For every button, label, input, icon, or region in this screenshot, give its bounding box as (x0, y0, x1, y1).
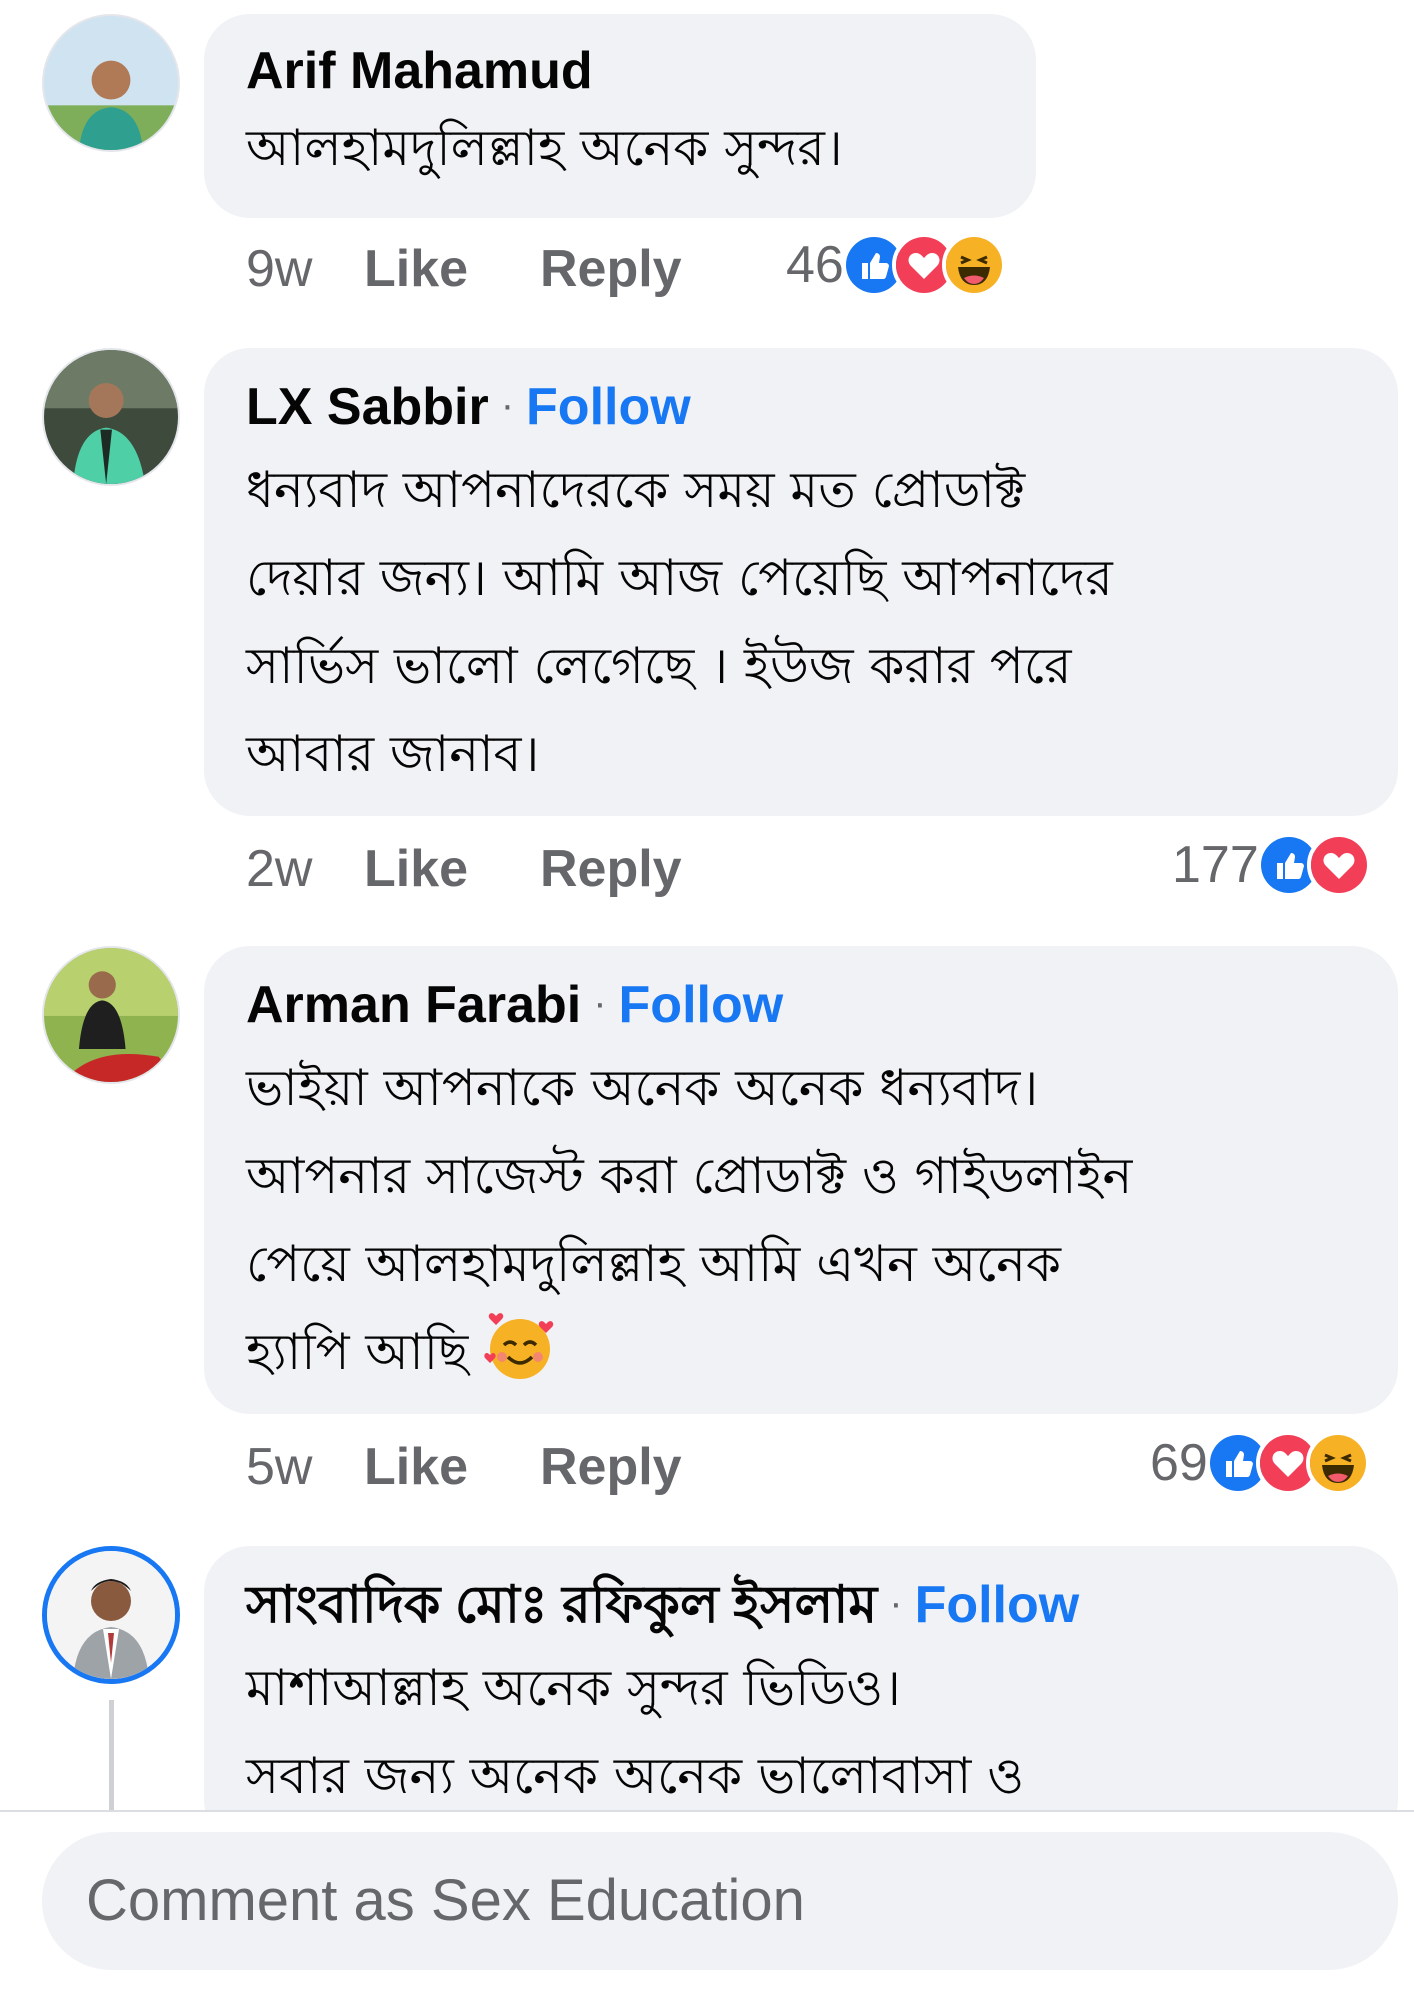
timestamp[interactable]: 9w (246, 234, 364, 304)
avatar-photo (47, 1551, 175, 1679)
comment-text-line: মাশাআল্লাহ অনেক সুন্দর ভিডিও। (246, 1659, 901, 1717)
reaction-summary[interactable]: 46 (786, 230, 1006, 300)
comment-text-segment: হ্যাপি আছি (246, 1323, 469, 1381)
reaction-count: 177 (1172, 836, 1259, 894)
follow-button[interactable]: Follow (526, 378, 691, 436)
comment-text-line: সার্ভিস ভালো লেগেছে । ইউজ করার পরে (246, 637, 1072, 695)
like-button[interactable]: Like (364, 834, 540, 904)
avatar-photo (44, 350, 178, 484)
follow-button[interactable]: Follow (915, 1576, 1080, 1634)
haha-icon (941, 233, 1006, 297)
love-icon (1306, 833, 1371, 897)
avatar[interactable] (42, 946, 180, 1084)
reply-button[interactable]: Reply (540, 1432, 682, 1502)
avatar[interactable] (42, 348, 180, 486)
timestamp[interactable]: 2w (246, 834, 364, 904)
avatar-photo (44, 16, 178, 150)
follow-button[interactable]: Follow (619, 976, 784, 1034)
avatar[interactable] (42, 14, 180, 152)
reply-button[interactable]: Reply (540, 834, 682, 904)
comment-text-line: ধন্যবাদ আপনাদেরকে সময় মত প্রোডাক্ট (246, 461, 1026, 519)
comment-bubble: Arman Farabi · Follow ভাইয়া আপনাকে অনেক অ… (204, 946, 1398, 1414)
reaction-count: 46 (786, 236, 844, 294)
comment-text-line: হ্যাপি আছি (246, 1308, 1358, 1396)
comment-text-line: আবার জানাব। (246, 725, 540, 783)
author-name[interactable]: Arif Mahamud (246, 42, 593, 100)
like-button[interactable]: Like (364, 1432, 540, 1502)
comment-text-line: আপনার সাজেস্ট করা প্রোডাক্ট ও গাইডলাইন (246, 1147, 1133, 1205)
reaction-summary[interactable]: 177 (1172, 830, 1371, 900)
author-name[interactable]: Arman Farabi (246, 976, 581, 1034)
comment-text: আলহামদুলিল্লাহ অনেক সুন্দর। (246, 104, 996, 192)
author-name[interactable]: LX Sabbir (246, 378, 489, 436)
comment-text-line: আলহামদুলিল্লাহ অনেক সুন্দর। (246, 119, 843, 177)
comment-text-line: সবার জন্য অনেক অনেক ভালোবাসা ও (246, 1747, 1025, 1805)
comment-text: ধন্যবাদ আপনাদেরকে সময় মত প্রোডাক্ট দেয়… (246, 446, 1358, 798)
timestamp[interactable]: 5w (246, 1432, 364, 1502)
separator-dot: · (889, 1581, 903, 1625)
haha-icon (1305, 1431, 1370, 1495)
comment-text: ভাইয়া আপনাকে অনেক অনেক ধন্যবাদ। আপনার স… (246, 1044, 1358, 1396)
comment-text-line: পেয়ে আলহামদুলিল্লাহ আমি এখন অনেক (246, 1235, 1061, 1293)
reaction-summary[interactable]: 69 (1150, 1428, 1370, 1498)
avatar-photo (44, 948, 178, 1082)
comment-actions: 5w Like Reply (246, 1432, 682, 1502)
separator-dot: · (500, 383, 515, 427)
reaction-count: 69 (1150, 1434, 1208, 1492)
separator-dot: · (593, 981, 607, 1025)
comment-composer: Comment as Sex Education (0, 1812, 1414, 1992)
comment-bubble: LX Sabbir · Follow ধন্যবাদ আপনাদেরকে সময় … (204, 348, 1398, 816)
comment-text-line: দেয়ার জন্য। আমি আজ পেয়েছি আপনাদের (246, 549, 1113, 607)
comment-text-line: ভাইয়া আপনাকে অনেক অনেক ধন্যবাদ। (246, 1059, 1039, 1117)
comment-input[interactable]: Comment as Sex Education (42, 1832, 1398, 1970)
comment-actions: 9w Like Reply (246, 234, 682, 304)
author-name[interactable]: সাংবাদিক মোঃ রফিকুল ইসলাম (246, 1576, 877, 1634)
avatar[interactable] (42, 1546, 180, 1684)
comment-actions: 2w Like Reply (246, 834, 682, 904)
reply-button[interactable]: Reply (540, 234, 682, 304)
thread-connector (109, 1700, 114, 1810)
comment-text: মাশাআল্লাহ অনেক সুন্দর ভিডিও। সবার জন্য … (246, 1644, 1358, 1820)
smiling-face-with-hearts-icon (484, 1311, 556, 1383)
comment-bubble: Arif Mahamud আলহামদুলিল্লাহ অনেক সুন্দর। (204, 14, 1036, 218)
like-button[interactable]: Like (364, 234, 540, 304)
comment-bubble: সাংবাদিক মোঃ রফিকুল ইসলাম · Follow মাশাআল্… (204, 1546, 1398, 1846)
